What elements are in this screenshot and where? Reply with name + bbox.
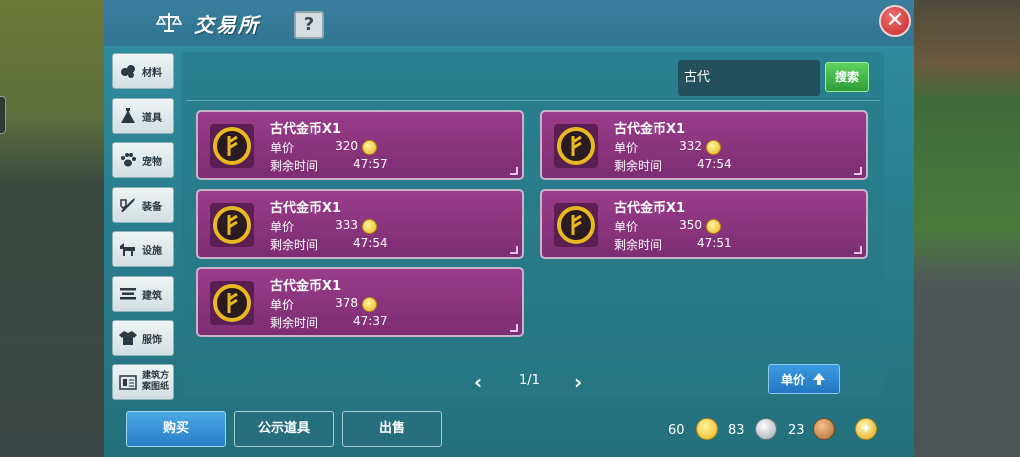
item-icon <box>121 108 135 123</box>
clothing-icon <box>119 331 137 345</box>
category-label: 建筑 <box>142 290 162 302</box>
price-label: 单价 <box>270 298 295 312</box>
time-remaining: 47:54 <box>697 157 732 171</box>
next-page-button[interactable]: › <box>574 370 582 394</box>
ancient-coin-icon <box>210 281 254 325</box>
category-blueprints[interactable]: 建筑方案图纸 <box>112 364 174 400</box>
listing-card[interactable]: 古代金币X1 单价 350 剩余时间 47:51 <box>540 189 868 259</box>
corner-decoration <box>510 167 518 175</box>
sell-button[interactable]: 出售 <box>342 411 442 447</box>
background-scene-left <box>0 0 104 457</box>
category-facilities[interactable]: 设施 <box>112 231 174 267</box>
ancient-coin-icon <box>210 124 254 168</box>
sort-label: 单价 <box>780 372 805 387</box>
time-label: 剩余时间 <box>270 238 319 252</box>
gold-coin-icon <box>696 418 718 440</box>
arrow-up-icon <box>813 373 825 385</box>
price-label: 单价 <box>614 141 639 155</box>
copper-coin-icon <box>813 418 835 440</box>
pet-paw-icon <box>121 153 136 167</box>
showcase-items-button[interactable]: 公示道具 <box>234 411 334 447</box>
title-bar: 交易所 ? ✕ <box>104 0 914 46</box>
ancient-coin-icon <box>554 124 598 168</box>
gold-coin-icon <box>706 219 721 234</box>
category-equipment[interactable]: 装备 <box>112 187 174 223</box>
price-value: 350 <box>679 218 702 232</box>
item-name: 古代金币X1 <box>270 122 342 137</box>
item-name: 古代金币X1 <box>614 122 686 137</box>
help-button[interactable]: ? <box>294 11 324 39</box>
price-label: 单价 <box>614 220 639 234</box>
side-tab-handle[interactable] <box>0 96 6 134</box>
category-label: 装备 <box>142 201 162 213</box>
gold-coin-icon <box>706 140 721 155</box>
ancient-coin-icon <box>554 203 598 247</box>
page-title: 交易所 <box>194 13 260 37</box>
corner-decoration <box>510 246 518 254</box>
category-buildings[interactable]: 建筑 <box>112 276 174 312</box>
gold-coin-icon <box>362 140 377 155</box>
listing-card[interactable]: 古代金币X1 单价 320 剩余时间 47:57 <box>196 110 524 180</box>
scales-icon <box>156 13 182 32</box>
price-value: 332 <box>679 139 702 153</box>
corner-decoration <box>510 324 518 332</box>
search-button[interactable]: 搜索 <box>825 62 869 92</box>
sort-by-price-button[interactable]: 单价 <box>768 364 840 394</box>
diamond-icon[interactable]: ✦ <box>855 418 877 440</box>
background-scene-right <box>914 0 1020 457</box>
ancient-coin-icon <box>210 203 254 247</box>
time-label: 剩余时间 <box>614 159 663 173</box>
category-clothing[interactable]: 服饰 <box>112 320 174 356</box>
item-name: 古代金币X1 <box>270 201 342 216</box>
category-pets[interactable]: 宠物 <box>112 142 174 178</box>
price-value: 320 <box>335 139 358 153</box>
buy-button[interactable]: 购买 <box>126 411 226 447</box>
corner-decoration <box>854 246 862 254</box>
exchange-window: 交易所 ? ✕ 材料 道具 宠物 装备 设施 建筑 服饰 建筑方案图纸 古代 搜… <box>104 0 914 457</box>
equipment-icon <box>120 198 135 212</box>
listing-card[interactable]: 古代金币X1 单价 333 剩余时间 47:54 <box>196 189 524 259</box>
page-indicator: 1/1 <box>519 373 540 388</box>
listing-card[interactable]: 古代金币X1 单价 332 剩余时间 47:54 <box>540 110 868 180</box>
search-input[interactable]: 古代 <box>678 60 820 96</box>
divider <box>186 100 880 101</box>
category-label: 材料 <box>142 67 162 79</box>
facility-icon <box>120 243 135 256</box>
time-remaining: 47:57 <box>353 157 388 171</box>
time-label: 剩余时间 <box>270 316 319 330</box>
price-label: 单价 <box>270 141 295 155</box>
currency-gold-amount: 60 <box>668 423 685 438</box>
category-label: 设施 <box>142 245 162 257</box>
listing-panel: 古代 搜索 古代金币X1 单价 320 剩余时间 47:57 古代金币X1 单价… <box>182 52 884 398</box>
close-button[interactable]: ✕ <box>879 5 911 37</box>
time-label: 剩余时间 <box>614 238 663 252</box>
currency-silver-amount: 23 <box>788 423 805 438</box>
time-remaining: 47:37 <box>353 314 388 328</box>
corner-decoration <box>854 167 862 175</box>
price-value: 333 <box>335 218 358 232</box>
category-label: 宠物 <box>142 156 162 168</box>
material-icon <box>121 65 135 78</box>
listing-card[interactable]: 古代金币X1 单价 378 剩余时间 47:37 <box>196 267 524 337</box>
category-label: 服饰 <box>142 334 162 346</box>
item-name: 古代金币X1 <box>614 201 686 216</box>
currency-coin-amount: 83 <box>728 423 745 438</box>
category-label: 建筑方案图纸 <box>142 371 170 392</box>
category-materials[interactable]: 材料 <box>112 53 174 89</box>
time-label: 剩余时间 <box>270 159 319 173</box>
silver-coin-icon <box>755 418 777 440</box>
gold-coin-icon <box>362 219 377 234</box>
price-value: 378 <box>335 296 358 310</box>
blueprint-icon <box>119 375 137 390</box>
price-label: 单价 <box>270 220 295 234</box>
item-name: 古代金币X1 <box>270 279 342 294</box>
category-label: 道具 <box>142 112 162 124</box>
building-icon <box>120 288 136 300</box>
prev-page-button[interactable]: ‹ <box>474 370 482 394</box>
time-remaining: 47:51 <box>697 236 732 250</box>
time-remaining: 47:54 <box>353 236 388 250</box>
gold-coin-icon <box>362 297 377 312</box>
category-items[interactable]: 道具 <box>112 98 174 134</box>
